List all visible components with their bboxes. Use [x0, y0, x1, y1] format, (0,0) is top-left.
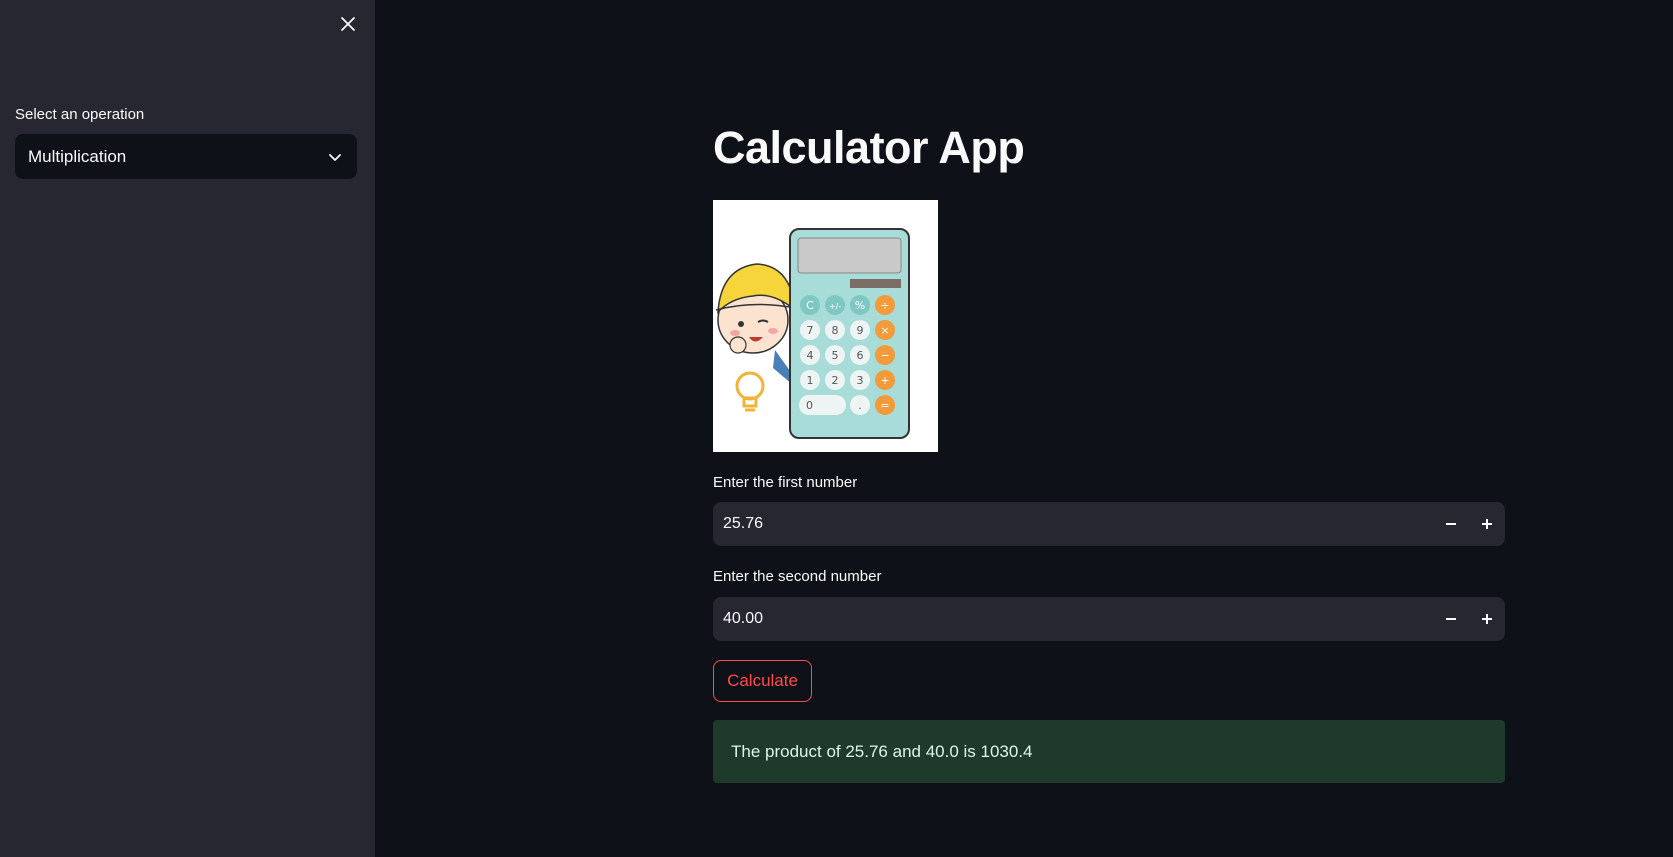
calc-key-label: 5	[832, 349, 839, 362]
calculator-illustration: C +/-% ÷ 7 8 9 × 4 5 6 − 1 2 3 +0. =	[713, 200, 938, 452]
calc-key-label: 6	[857, 349, 864, 362]
calc-key-label: 4	[807, 349, 814, 362]
second-number-decrement-button[interactable]	[1433, 597, 1469, 641]
calc-key-label: +/-	[829, 302, 841, 311]
calc-key-label: C	[806, 299, 814, 312]
calc-key-label: ÷	[880, 299, 889, 312]
second-number-label: Enter the second number	[713, 568, 882, 585]
calc-key-label: +	[880, 374, 889, 387]
calc-key-label: =	[880, 399, 889, 412]
close-icon	[341, 17, 355, 31]
chevron-down-icon	[326, 148, 344, 166]
plus-icon	[1482, 614, 1492, 624]
operation-select-value: Multiplication	[28, 146, 127, 166]
operation-select-label: Select an operation	[15, 106, 145, 123]
first-number-label: Enter the first number	[713, 474, 858, 491]
plus-icon	[1482, 519, 1492, 529]
calc-key-label: 3	[857, 374, 864, 387]
calc-key-label: 2	[832, 374, 839, 387]
minus-icon	[1446, 618, 1456, 620]
close-sidebar-button[interactable]	[335, 11, 361, 37]
second-number-field	[713, 596, 1505, 642]
sidebar: Select an operation Multiplication	[0, 0, 375, 857]
second-number-input[interactable]	[713, 596, 1433, 642]
first-number-increment-button[interactable]	[1469, 502, 1505, 546]
calc-key-label: 0	[806, 399, 813, 412]
first-number-decrement-button[interactable]	[1433, 502, 1469, 546]
calc-key-label: 9	[857, 324, 864, 337]
light-bulb-icon	[735, 371, 765, 412]
calculate-button[interactable]: Calculate	[713, 660, 812, 702]
calc-key-label: −	[880, 349, 889, 362]
page-title: Calculator App	[713, 122, 1025, 173]
character-figure	[715, 263, 796, 385]
second-number-increment-button[interactable]	[1469, 597, 1505, 641]
first-number-input[interactable]	[713, 501, 1433, 547]
minus-icon	[1446, 523, 1456, 525]
operation-select[interactable]: Multiplication	[15, 134, 357, 179]
calc-key-label: 7	[807, 324, 814, 337]
calc-key-label: .	[858, 399, 862, 412]
calc-key-label: ×	[880, 324, 889, 337]
calc-key-label: 1	[807, 374, 814, 387]
calculator-device: C +/-% ÷ 7 8 9 × 4 5 6 − 1 2 3 +0. =	[789, 228, 910, 439]
first-number-field	[713, 501, 1505, 547]
calc-key-label: 8	[832, 324, 839, 337]
calc-key-label: %	[855, 299, 865, 312]
app-root: Select an operation Multiplication Calcu…	[0, 0, 1673, 857]
result-message: The product of 25.76 and 40.0 is 1030.4	[713, 720, 1505, 783]
